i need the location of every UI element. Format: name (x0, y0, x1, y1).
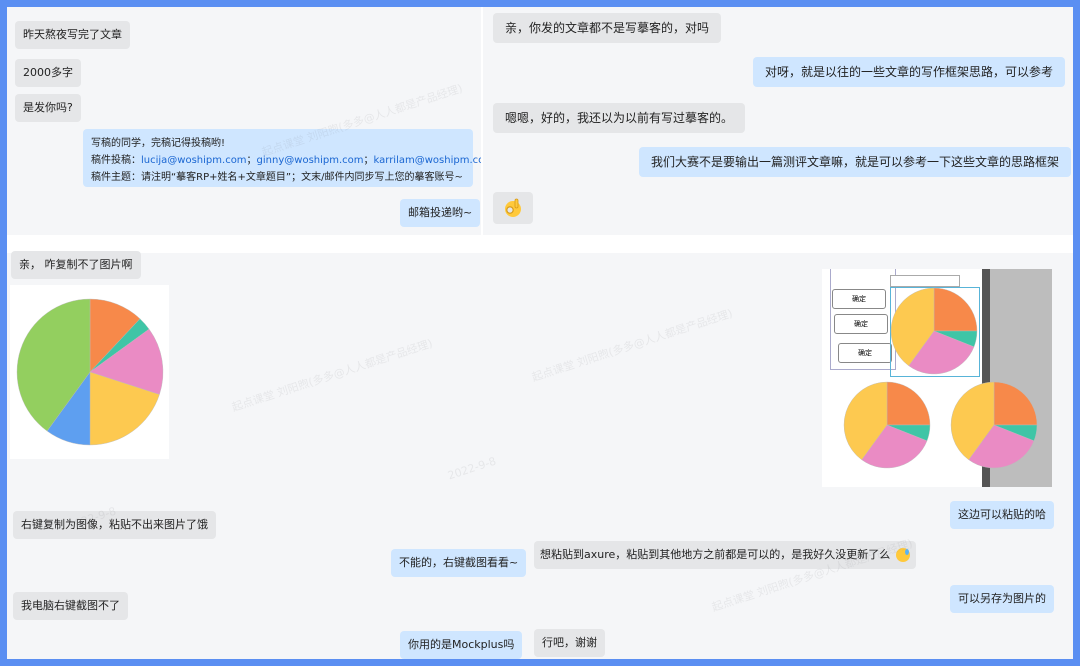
message-bubble: 对呀，就是以往的一些文章的写作框架思路，可以参考 (753, 57, 1066, 87)
email-link[interactable]: lucija@woshipm.com (141, 155, 247, 166)
email-submission-card: 写稿的同学，完稿记得投稿哟! 稿件投稿：lucija@woshipm.com；g… (83, 129, 494, 187)
message-bubble: 想粘贴到axure，粘贴到其他地方之前都是可以的，是我好久没更新了么 (534, 541, 916, 569)
small-pie-slice (933, 287, 978, 332)
screenshot-pie-charts (843, 287, 1038, 469)
small-pie-slice (886, 381, 931, 426)
submit-label: 稿件投稿： (91, 155, 141, 166)
message-bubble: 嗯嗯，好的，我还以为以前有写过摹客的。 (493, 103, 746, 133)
message-bubble: 你用的是Mockplus吗 (400, 631, 523, 659)
card-line-1: 写稿的同学，完稿记得投稿哟! (91, 138, 226, 149)
email-link[interactable]: ginny@woshipm.com (257, 155, 364, 166)
message-text: 想粘贴到axure，粘贴到其他地方之前都是可以的，是我好久没更新了么 (540, 548, 891, 561)
message-bubble: 昨天熬夜写完了文章 (15, 21, 130, 49)
message-bubble: 右键复制为图像，粘贴不出来图片了饿 (13, 511, 216, 539)
message-bubble: 行吧，谢谢 (534, 629, 605, 657)
pasted-pie-image (10, 285, 169, 459)
separator: ； (246, 155, 257, 166)
panel-divider (7, 235, 1073, 253)
message-bubble: 我们大赛不是要输出一篇测评文章嘛，就是可以参考一下这些文章的思路框架 (639, 147, 1072, 177)
message-bubble: 是发你吗? (15, 94, 81, 122)
message-bubble: 亲， 咋复制不了图片啊 (11, 251, 141, 279)
screenshot-frame: 昨天熬夜写完了文章 2000多字 是发你吗? 写稿的同学，完稿记得投稿哟! 稿件… (7, 7, 1073, 659)
card-line-3: 稿件主题：请注明“摹客RP+姓名+文章题目”；文末/邮件内同步写上您的摹客账号~ (91, 172, 463, 183)
pasted-screenshot-image: 确定 确定 确定 (822, 269, 1052, 487)
ok-hand-icon (505, 198, 521, 217)
small-pie-slice (993, 381, 1038, 426)
message-bubble: 亲，你发的文章都不是写摹客的，对吗 (493, 13, 722, 43)
ok-hand-emoji-bubble (493, 192, 533, 224)
message-bubble: 2000多字 (15, 59, 81, 87)
message-bubble: 不能的，右键截图看看~ (391, 549, 527, 577)
pie-chart-image (16, 298, 164, 446)
message-bubble: 可以另存为图片的 (950, 585, 1054, 613)
message-bubble: 我电脑右键截图不了 (13, 592, 128, 620)
top-right-chat-panel: 亲，你发的文章都不是写摹客的，对吗 对呀，就是以往的一些文章的写作框架思路，可以… (483, 7, 1073, 235)
email-link[interactable]: karrilam@woshipm.com (374, 155, 494, 166)
top-left-chat-panel: 昨天熬夜写完了文章 2000多字 是发你吗? 写稿的同学，完稿记得投稿哟! 稿件… (7, 7, 494, 235)
sweat-smile-emoji-icon (895, 548, 910, 562)
mail-delivery-bubble: 邮箱投递哟~ (400, 199, 481, 227)
bottom-chat-panel: 亲， 咋复制不了图片啊 右键复制为图像，粘贴不出来图片了饿 我电脑右键截图不了 … (7, 251, 1073, 659)
separator: ； (363, 155, 374, 166)
message-bubble: 这边可以粘贴的哈 (950, 501, 1054, 529)
card-line-2: 稿件投稿：lucija@woshipm.com；ginny@woshipm.co… (91, 152, 494, 169)
